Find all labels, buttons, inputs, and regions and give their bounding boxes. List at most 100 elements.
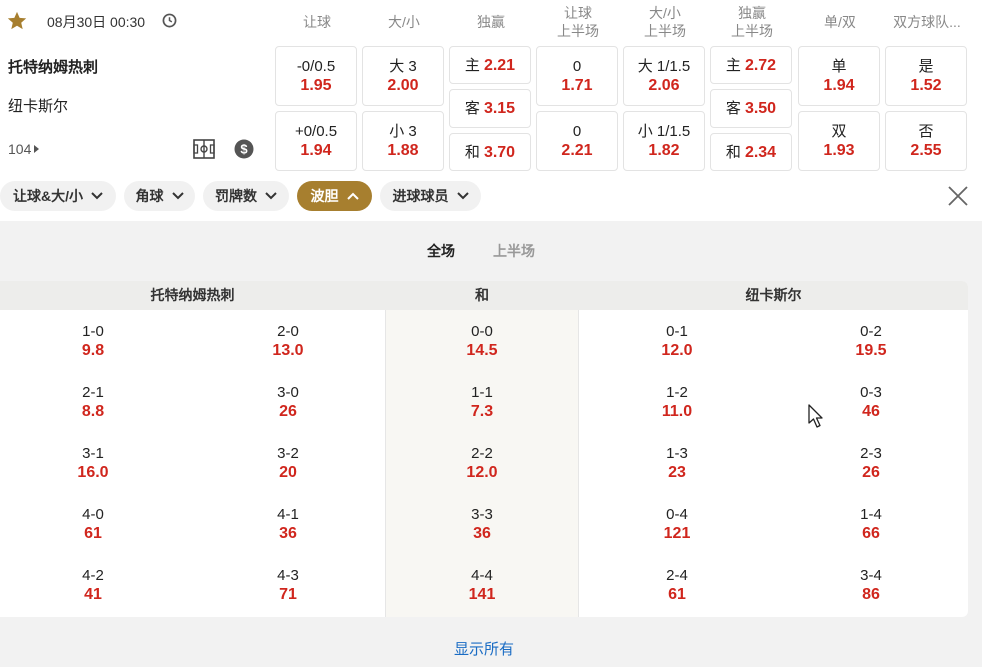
column-header-line1: 让球	[303, 14, 331, 30]
filter-pill-0[interactable]: 让球&大/小	[0, 181, 116, 211]
odds-cell-handicap-1h[interactable]: 0 1.71	[536, 46, 618, 106]
score-option[interactable]: 2-1 8.8	[43, 383, 143, 421]
score-odds: 23	[668, 464, 686, 481]
score-option[interactable]: 4-3 71	[238, 566, 338, 604]
odds-value: 2.34	[744, 143, 777, 161]
score-option[interactable]: 4-4 141	[432, 566, 532, 604]
score-line: 0-0	[471, 323, 493, 340]
odds-cell-btts[interactable]: 否 2.55	[885, 111, 967, 171]
odds-value: 1.88	[387, 142, 419, 159]
score-odds: 16.0	[77, 464, 109, 481]
more-markets-link[interactable]: 104	[8, 141, 40, 157]
odds-cell-over-under-1h[interactable]: 大 1/1.5 2.06	[623, 46, 705, 106]
column-header-1: 大/小	[362, 4, 446, 40]
score-option[interactable]: 3-0 26	[238, 383, 338, 421]
column-header-line2: 上半场	[557, 23, 599, 39]
score-option[interactable]: 2-3 26	[821, 444, 921, 482]
column-header-line1: 单/双	[824, 14, 856, 30]
score-odds: 46	[862, 403, 880, 420]
filter-pill-2[interactable]: 罚牌数	[203, 181, 289, 211]
score-option[interactable]: 0-0 14.5	[432, 322, 532, 360]
odds-label: 和	[725, 143, 741, 161]
score-option[interactable]: 4-1 36	[238, 505, 338, 543]
odds-value: 2.21	[561, 142, 593, 159]
cash-out-dollar-icon[interactable]: $	[234, 139, 254, 159]
close-icon[interactable]	[946, 184, 970, 208]
score-option[interactable]: 2-4 61	[627, 566, 727, 604]
score-line: 2-0	[277, 323, 299, 340]
score-line: 1-1	[471, 384, 493, 401]
score-odds: 61	[668, 586, 686, 603]
filter-pill-1[interactable]: 角球	[124, 181, 195, 211]
score-line: 2-4	[666, 567, 688, 584]
pitch-stats-icon[interactable]	[193, 139, 215, 159]
score-odds: 36	[473, 525, 491, 542]
score-odds: 14.5	[466, 342, 498, 359]
odds-label: +0/0.5	[294, 123, 338, 140]
score-odds: 121	[663, 525, 691, 542]
odds-cell-over-under[interactable]: 大 3 2.00	[362, 46, 444, 106]
score-option[interactable]: 1-0 9.8	[43, 322, 143, 360]
match-odds-page: 08月30日 00:30 让球 大/小 独赢 让球 上半场 大/小 上半场 独赢 上半场 单/双双…	[0, 0, 982, 667]
show-all-link[interactable]: 显示所有	[0, 638, 968, 659]
score-option[interactable]: 0-3 46	[821, 383, 921, 421]
filter-pill-label: 进球球员	[392, 188, 449, 204]
score-line: 3-0	[277, 384, 299, 401]
odds-cell-moneyline-1h[interactable]: 主 2.72	[710, 46, 792, 84]
home-team-name[interactable]: 托特纳姆热刺	[8, 56, 98, 77]
odds-cell-handicap[interactable]: -0/0.5 1.95	[275, 46, 357, 106]
odds-cell-handicap-1h[interactable]: 0 2.21	[536, 111, 618, 171]
odds-cell-odd-even[interactable]: 双 1.93	[798, 111, 880, 171]
score-option[interactable]: 3-3 36	[432, 505, 532, 543]
odds-cell-odd-even[interactable]: 单 1.94	[798, 46, 880, 106]
odds-value: 1.93	[823, 142, 855, 159]
score-option[interactable]: 4-0 61	[43, 505, 143, 543]
tab-first-half[interactable]: 上半场	[493, 241, 535, 261]
odds-value: 2.55	[910, 142, 942, 159]
odds-label: 小 3	[389, 123, 417, 140]
score-option[interactable]: 2-2 12.0	[432, 444, 532, 482]
score-option[interactable]: 0-1 12.0	[627, 322, 727, 360]
odds-cell-over-under[interactable]: 小 3 1.88	[362, 111, 444, 171]
odds-cell-handicap[interactable]: +0/0.5 1.94	[275, 111, 357, 171]
filter-pill-label: 波胆	[310, 188, 339, 204]
score-line: 4-4	[471, 567, 493, 584]
score-option[interactable]: 3-1 16.0	[43, 444, 143, 482]
odds-label: 是	[918, 58, 934, 75]
odds-cell-moneyline[interactable]: 和 3.70	[449, 133, 531, 171]
odds-cell-moneyline[interactable]: 主 2.21	[449, 46, 531, 84]
score-option[interactable]: 0-4 121	[627, 505, 727, 543]
score-line: 4-2	[82, 567, 104, 584]
score-option[interactable]: 3-2 20	[238, 444, 338, 482]
tab-full-time[interactable]: 全场	[427, 241, 455, 261]
filter-pill-4[interactable]: 进球球员	[380, 181, 481, 211]
column-header-5: 独赢 上半场	[710, 4, 794, 40]
score-option[interactable]: 1-1 7.3	[432, 383, 532, 421]
score-odds: 26	[862, 464, 880, 481]
odds-value: 2.00	[387, 77, 419, 94]
score-option[interactable]: 2-0 13.0	[238, 322, 338, 360]
svg-text:$: $	[240, 142, 248, 157]
filter-pill-label: 罚牌数	[215, 188, 257, 204]
odds-cell-moneyline-1h[interactable]: 客 3.50	[710, 89, 792, 128]
filter-pill-label: 角球	[135, 188, 164, 204]
odds-cell-over-under-1h[interactable]: 小 1/1.5 1.82	[623, 111, 705, 171]
score-option[interactable]: 1-4 66	[821, 505, 921, 543]
score-option[interactable]: 3-4 86	[821, 566, 921, 604]
favorite-star-icon[interactable]	[6, 10, 28, 32]
odds-cell-moneyline[interactable]: 客 3.15	[449, 89, 531, 128]
score-odds: 61	[84, 525, 102, 542]
score-option[interactable]: 1-3 23	[627, 444, 727, 482]
filter-pill-3[interactable]: 波胆	[297, 181, 372, 211]
score-line: 3-4	[860, 567, 882, 584]
column-header-4: 大/小 上半场	[623, 4, 707, 40]
odds-cell-moneyline-1h[interactable]: 和 2.34	[710, 133, 792, 171]
odds-cell-btts[interactable]: 是 1.52	[885, 46, 967, 106]
away-team-name[interactable]: 纽卡斯尔	[8, 95, 68, 116]
score-line: 1-4	[860, 506, 882, 523]
score-option[interactable]: 0-2 19.5	[821, 322, 921, 360]
chevron-up-icon	[346, 192, 359, 200]
odds-value: 2.21	[483, 56, 516, 74]
score-option[interactable]: 4-2 41	[43, 566, 143, 604]
score-option[interactable]: 1-2 11.0	[627, 383, 727, 421]
